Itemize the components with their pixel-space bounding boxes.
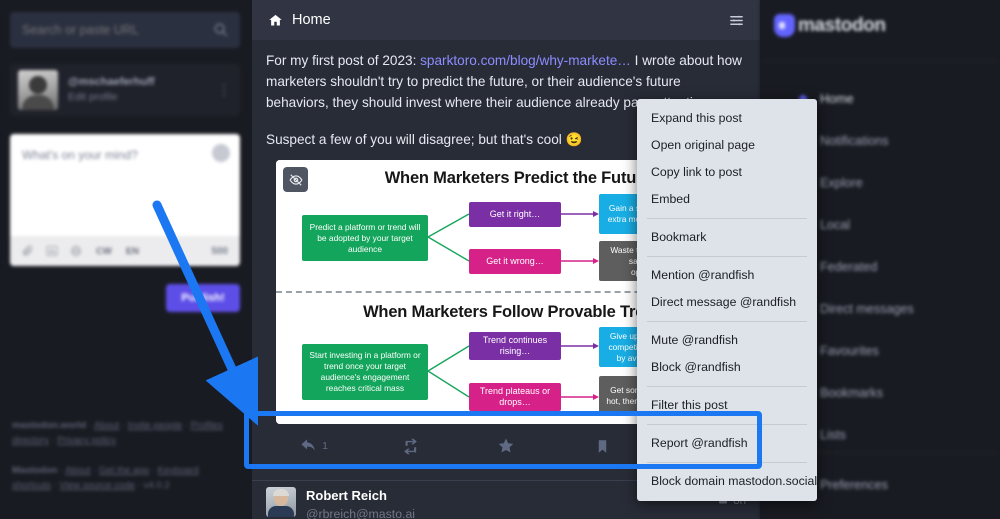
sidebar-item-label: Lists xyxy=(820,428,846,442)
menu-item-open-original[interactable]: Open original page xyxy=(637,132,817,159)
display-name: Robert Reich xyxy=(306,488,387,503)
sidebar-item-label: Favourites xyxy=(820,344,879,358)
search-input[interactable] xyxy=(10,22,204,38)
menu-item-block[interactable]: Block @randfish xyxy=(637,354,817,381)
hide-media-icon[interactable] xyxy=(283,167,308,192)
compose-toolbar: CW EN 500 xyxy=(10,236,240,266)
menu-divider xyxy=(647,218,807,219)
menu-item-expand-post[interactable]: Expand this post xyxy=(637,105,817,132)
avatar xyxy=(266,487,296,517)
menu-item-block-domain[interactable]: Block domain mastodon.social xyxy=(637,468,817,495)
menu-item-filter-post[interactable]: Filter this post xyxy=(637,392,817,419)
account-handle: @rbreich@masto.ai xyxy=(306,506,416,519)
profile-handle: @mschaeferhuff xyxy=(68,76,155,89)
sidebar-item-label: Local xyxy=(820,218,851,232)
status-text-pre: For my first post of 2023: xyxy=(266,53,421,68)
menu-item-embed[interactable]: Embed xyxy=(637,186,817,213)
footer-link-invite[interactable]: Invite people xyxy=(128,420,182,431)
menu-item-direct-message[interactable]: Direct message @randfish xyxy=(637,289,817,316)
sidebar-footer: mastodon.world · About · Invite people ·… xyxy=(12,418,232,493)
footer-version: v4.0.2 xyxy=(143,480,170,492)
diagram-2-branch-2: Trend plateaus or drops… xyxy=(469,383,561,411)
diagram-1-branch-1: Get it right… xyxy=(469,202,561,227)
sidebar-item-label: Preferences xyxy=(820,478,888,492)
brand-name: mastodon xyxy=(798,14,886,36)
globe-icon[interactable] xyxy=(70,245,82,257)
menu-item-report[interactable]: Report @randfish xyxy=(637,430,817,457)
bookmark-button[interactable] xyxy=(554,438,650,455)
footer-line-2: Mastodon · About · Get the app · Keyboar… xyxy=(12,464,199,492)
left-compose-column: @mschaeferhuff Edit profile ··· What's o… xyxy=(0,0,250,519)
language-toggle[interactable]: EN xyxy=(126,246,139,257)
menu-divider xyxy=(647,462,807,463)
content-warning-toggle[interactable]: CW xyxy=(96,246,112,257)
diagram-1-branch-2: Get it wrong… xyxy=(469,249,561,274)
mastodon-logo: mastodon xyxy=(774,14,886,37)
home-icon xyxy=(268,13,283,28)
avatar xyxy=(18,70,58,110)
paperclip-icon[interactable] xyxy=(22,245,34,257)
menu-divider xyxy=(647,386,807,387)
publish-button[interactable]: Publish! xyxy=(166,284,240,312)
mastodon-logo-icon xyxy=(774,14,795,37)
compose-avatar xyxy=(212,144,230,162)
favourite-button[interactable] xyxy=(458,437,554,455)
reply-count: 1 xyxy=(322,440,328,452)
footer-link-privacy[interactable]: Privacy policy xyxy=(57,435,116,446)
sidebar-item-label: Federated xyxy=(820,260,878,274)
compose-placeholder[interactable]: What's on your mind? xyxy=(10,134,240,162)
footer-link-instance[interactable]: mastodon.world xyxy=(12,420,86,431)
sidebar-item-label: Bookmarks xyxy=(820,386,883,400)
profile-text: @mschaeferhuff Edit profile xyxy=(68,75,155,104)
diagram-1-source-node: Predict a platform or trend will be adop… xyxy=(302,215,428,261)
boost-button[interactable] xyxy=(362,438,458,455)
search-icon[interactable] xyxy=(213,22,228,37)
menu-item-mention[interactable]: Mention @randfish xyxy=(637,262,817,289)
edit-profile-link[interactable]: Edit profile xyxy=(68,90,155,104)
profile-card[interactable]: @mschaeferhuff Edit profile · · · xyxy=(10,64,240,116)
poll-icon[interactable] xyxy=(46,245,58,257)
menu-divider xyxy=(647,424,807,425)
sidebar-item-label: Direct messages xyxy=(820,302,914,316)
next-post-author: Robert Reich @rbreich@masto.ai xyxy=(306,487,415,519)
diagram-2-source-node: Start investing in a platform or trend o… xyxy=(302,344,428,400)
search-bar[interactable] xyxy=(10,12,240,48)
footer-link-about[interactable]: About xyxy=(94,420,119,431)
menu-item-bookmark[interactable]: Bookmark xyxy=(637,224,817,251)
menu-item-copy-link[interactable]: Copy link to post xyxy=(637,159,817,186)
menu-divider xyxy=(647,321,807,322)
footer-link-about-2[interactable]: About xyxy=(65,465,90,476)
column-header: Home xyxy=(252,0,760,40)
footer-link-source[interactable]: View source code xyxy=(59,480,135,491)
sidebar-item-label: Explore xyxy=(820,176,863,190)
footer-line-1: mastodon.world · About · Invite people ·… xyxy=(12,420,223,447)
footer-link-get-app[interactable]: Get the app xyxy=(99,465,149,476)
sidebar-item-label: Notifications xyxy=(820,134,889,148)
reply-button[interactable]: 1 xyxy=(266,438,362,455)
diagram-2-branch-1: Trend continues rising… xyxy=(469,332,561,360)
sidebar-item-label: Home xyxy=(820,92,854,106)
post-context-menu[interactable]: Expand this post Open original page Copy… xyxy=(637,99,817,501)
mastodon-web-app: @mschaeferhuff Edit profile ··· What's o… xyxy=(0,0,1000,519)
divider xyxy=(760,60,1000,61)
sliders-icon[interactable] xyxy=(729,13,744,33)
character-counter: 500 xyxy=(211,245,228,257)
vertical-dots-icon[interactable]: · · · xyxy=(222,78,226,101)
menu-divider xyxy=(647,256,807,257)
compose-box[interactable]: What's on your mind? CW EN 500 xyxy=(10,134,240,266)
status-link[interactable]: sparktoro.com/blog/why-markete… xyxy=(420,53,631,68)
footer-link-mastodon[interactable]: Mastodon xyxy=(12,465,57,476)
page-title: Home xyxy=(292,12,331,28)
menu-item-mute[interactable]: Mute @randfish xyxy=(637,327,817,354)
